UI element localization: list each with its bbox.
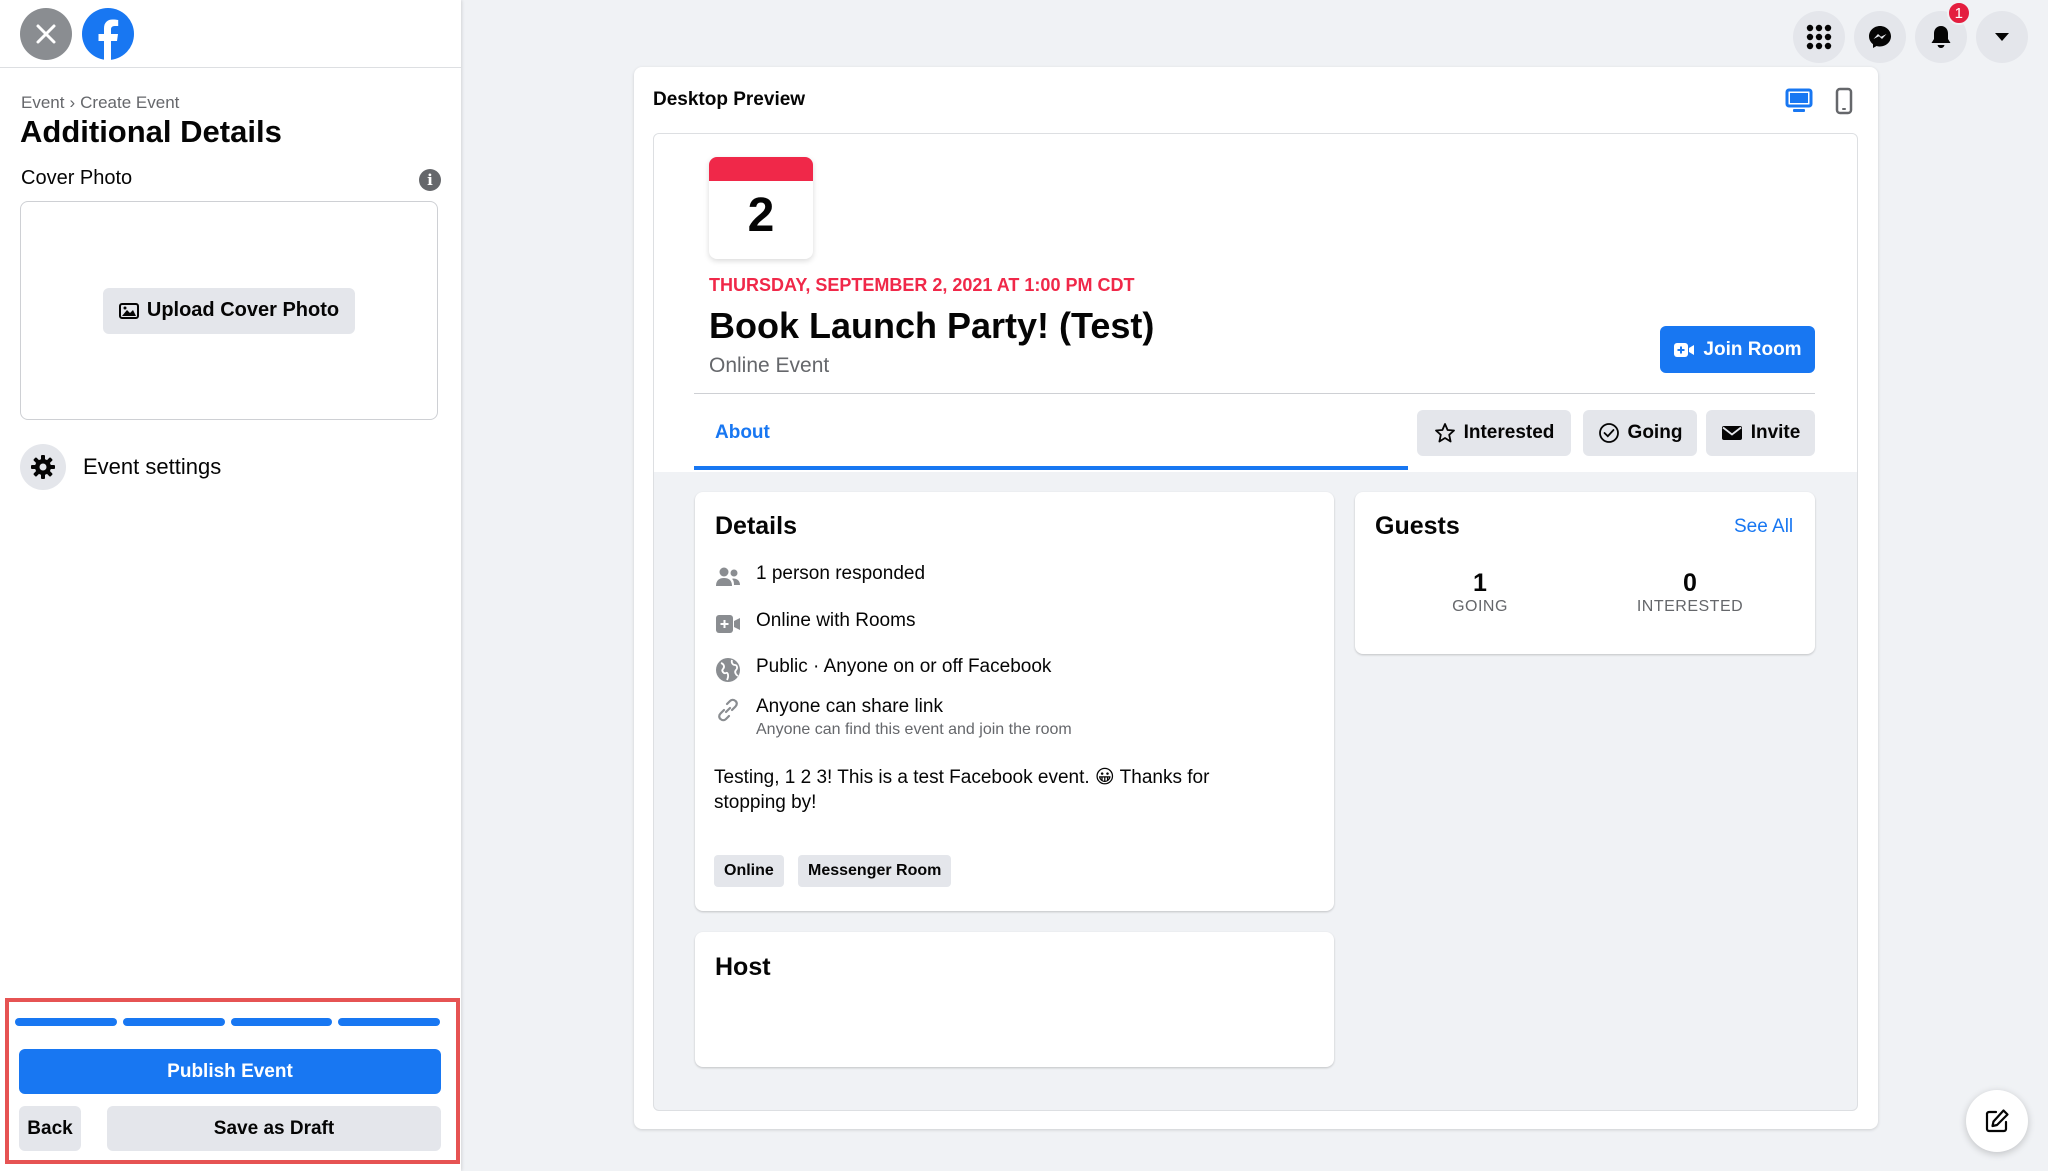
event-settings-label: Event settings xyxy=(83,454,222,479)
photo-icon xyxy=(118,302,139,319)
privacy-text: Public · Anyone on or off Facebook xyxy=(756,656,1052,677)
tag-messenger-room: Messenger Room xyxy=(798,855,952,887)
globe-icon xyxy=(714,656,742,684)
menu-button[interactable] xyxy=(1793,11,1845,63)
details-title: Details xyxy=(715,512,797,540)
sidebar-header xyxy=(0,0,461,68)
detail-rooms: Online with Rooms xyxy=(714,610,915,638)
rooms-text: Online with Rooms xyxy=(756,610,916,631)
save-as-draft-button[interactable]: Save as Draft xyxy=(107,1106,441,1151)
progress-step xyxy=(230,1018,333,1026)
close-button[interactable] xyxy=(20,7,72,60)
publish-event-button[interactable]: Publish Event xyxy=(19,1049,441,1094)
invite-label: Invite xyxy=(1750,422,1801,443)
event-description: Testing, 1 2 3! This is a test Facebook … xyxy=(714,767,1210,813)
close-icon xyxy=(36,24,56,43)
messenger-button[interactable] xyxy=(1854,11,1906,63)
going-stat-label: GOING xyxy=(1452,598,1508,615)
calendar-day: 2 xyxy=(747,189,775,242)
back-button[interactable]: Back xyxy=(19,1106,81,1151)
page-title: Additional Details xyxy=(20,114,282,149)
event-settings-row[interactable]: Event settings xyxy=(20,444,221,490)
breadcrumb-current: Create Event xyxy=(80,93,180,112)
progress-step xyxy=(338,1018,440,1026)
preview-label: Desktop Preview xyxy=(653,89,806,110)
detail-privacy: Public · Anyone on or off Facebook xyxy=(714,656,1051,684)
see-all-link[interactable]: See All xyxy=(1734,516,1793,538)
detail-responded: 1 person responded xyxy=(714,563,925,591)
interested-label: Interested xyxy=(1463,422,1555,443)
going-button[interactable]: Going xyxy=(1583,410,1697,456)
cover-photo-label: Cover Photo xyxy=(21,167,133,189)
breadcrumb: Event › Create Event xyxy=(21,93,179,113)
progress-bar xyxy=(15,1018,440,1026)
desktop-icon[interactable] xyxy=(1785,88,1813,114)
gear-icon xyxy=(20,444,66,490)
host-card xyxy=(695,932,1334,1067)
calendar-header xyxy=(709,157,813,181)
envelope-icon xyxy=(1721,426,1742,440)
video-plus-icon xyxy=(1674,342,1695,357)
interested-count[interactable]: 0 xyxy=(1610,569,1770,598)
progress-step xyxy=(122,1018,225,1026)
invite-button[interactable]: Invite xyxy=(1706,410,1815,456)
video-room-icon xyxy=(714,610,742,638)
guests-title: Guests xyxy=(1375,512,1460,540)
link-icon xyxy=(714,696,742,724)
notification-badge: 1 xyxy=(1946,1,1971,25)
notifications-button[interactable]: 1 xyxy=(1915,1,1971,63)
share-subtext: Anyone can find this event and join the … xyxy=(756,721,1072,738)
breadcrumb-separator: › xyxy=(69,93,76,112)
new-message-button[interactable] xyxy=(1966,1090,2028,1152)
bell-icon xyxy=(1931,26,1951,48)
people-icon xyxy=(714,563,742,591)
event-date: THURSDAY, SEPTEMBER 2, 2021 AT 1:00 PM C… xyxy=(709,275,1135,295)
breadcrumb-parent[interactable]: Event xyxy=(21,93,64,112)
interested-button[interactable]: Interested xyxy=(1417,410,1571,456)
detail-share: Anyone can share link Anyone can find th… xyxy=(714,696,1072,739)
going-count[interactable]: 1 xyxy=(1400,569,1560,598)
info-icon[interactable]: i xyxy=(419,169,441,191)
caret-down-icon xyxy=(1995,33,2009,41)
messenger-icon xyxy=(1869,26,1891,48)
header-divider xyxy=(694,393,1815,394)
responded-text: 1 person responded xyxy=(756,563,926,584)
account-menu-button[interactable] xyxy=(1976,11,2028,63)
event-type: Online Event xyxy=(709,354,830,377)
join-room-button[interactable]: Join Room xyxy=(1660,326,1815,373)
progress-step xyxy=(15,1018,117,1026)
facebook-logo-icon[interactable] xyxy=(82,7,134,60)
share-text: Anyone can share link xyxy=(756,696,943,717)
cover-photo-dropzone[interactable]: Upload Cover Photo xyxy=(20,201,438,420)
check-circle-icon xyxy=(1598,423,1619,443)
going-label: Going xyxy=(1627,422,1683,443)
host-title: Host xyxy=(715,953,771,981)
menu-grid-icon xyxy=(1806,24,1832,50)
upload-cover-photo-label: Upload Cover Photo xyxy=(146,299,340,321)
calendar-badge: 2 xyxy=(709,157,813,259)
tag-online: Online xyxy=(714,855,784,887)
event-title: Book Launch Party! (Test) xyxy=(709,305,1155,346)
upload-cover-photo-button[interactable]: Upload Cover Photo xyxy=(102,287,356,334)
mobile-icon[interactable] xyxy=(1835,87,1853,115)
interested-stat-label: INTERESTED xyxy=(1636,598,1744,615)
edit-icon xyxy=(1985,1109,2009,1133)
tab-about[interactable]: About xyxy=(694,412,1408,470)
join-room-label: Join Room xyxy=(1703,338,1802,360)
star-icon xyxy=(1434,423,1455,443)
